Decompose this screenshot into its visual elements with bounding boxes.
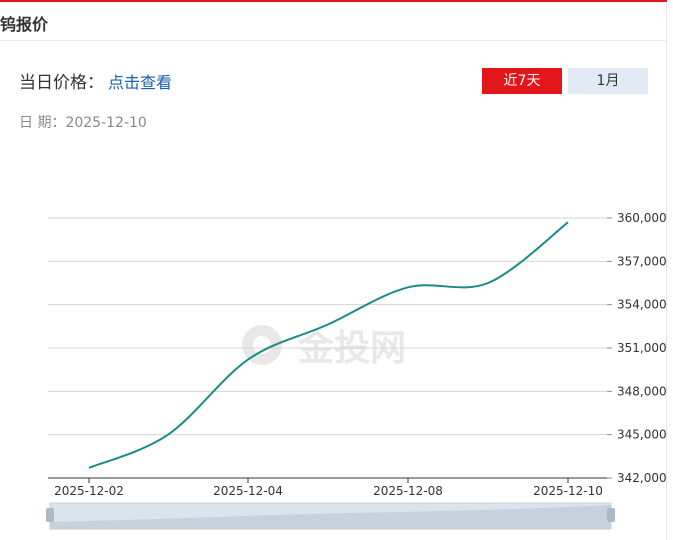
x-tick-label: 2025-12-04 bbox=[213, 484, 283, 498]
y-tick-label: 342,000 bbox=[617, 471, 667, 485]
data-zoom-left-handle[interactable] bbox=[46, 508, 54, 522]
x-tick-label: 2025-12-08 bbox=[373, 484, 443, 498]
data-zoom-right-handle[interactable] bbox=[607, 508, 615, 522]
y-tick-label: 345,000 bbox=[617, 428, 667, 442]
y-tick-label: 348,000 bbox=[617, 384, 667, 398]
x-tick-label: 2025-12-02 bbox=[54, 484, 124, 498]
watermark: 金投网 bbox=[242, 325, 406, 369]
y-tick-label: 351,000 bbox=[617, 341, 667, 355]
y-tick-label: 360,000 bbox=[617, 211, 667, 225]
y-tick-label: 354,000 bbox=[617, 298, 667, 312]
price-chart: 金投网 342,000 345,000 348,000 351,000 354,000 3… bbox=[46, 211, 667, 530]
y-tick-label: 357,000 bbox=[617, 254, 667, 268]
data-zoom-slider[interactable] bbox=[46, 502, 615, 530]
x-tick-label: 2025-12-10 bbox=[533, 484, 603, 498]
